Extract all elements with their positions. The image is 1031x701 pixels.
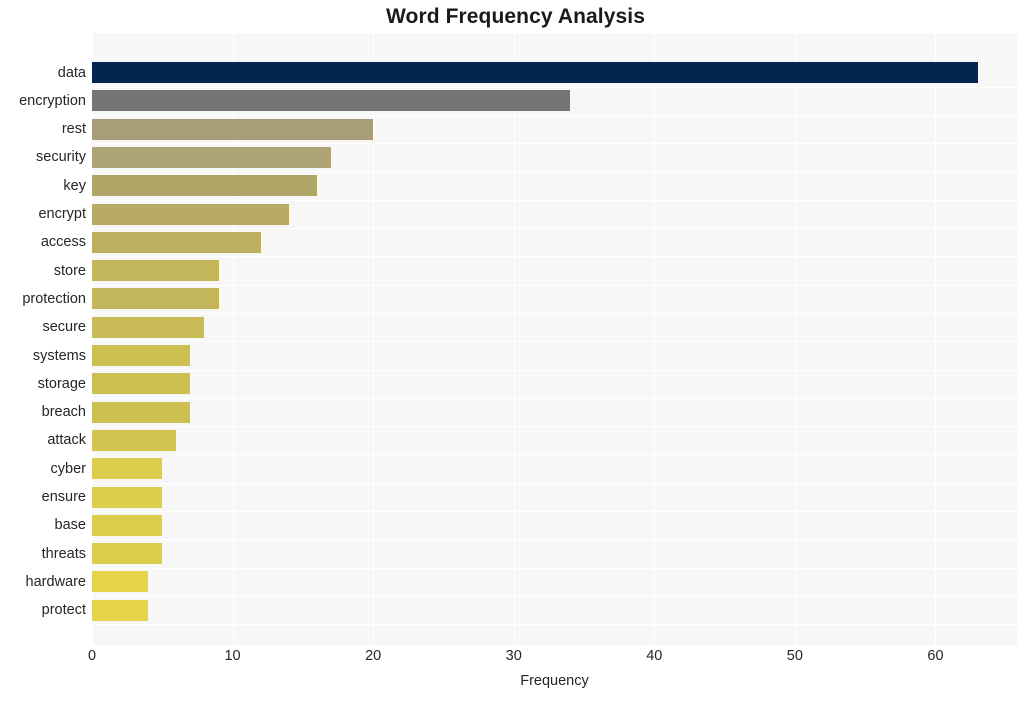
gridline-x-30 (513, 33, 515, 645)
gridline-y-8 (92, 313, 1017, 314)
gridline-y-4 (92, 200, 1017, 201)
x-axis-title: Frequency (520, 673, 589, 689)
y-tick-label-data: data (57, 64, 86, 81)
gridline-x-20 (373, 33, 375, 645)
bar-data[interactable] (92, 62, 978, 83)
bar-protect[interactable] (92, 599, 149, 621)
y-tick-label-systems: systems (32, 347, 86, 364)
bar-secure[interactable] (92, 316, 205, 338)
plot-area (92, 33, 1017, 645)
bar-ensure[interactable] (92, 486, 163, 508)
bar-systems[interactable] (92, 345, 191, 366)
gridline-y-12 (92, 426, 1017, 427)
gridline-y-10 (92, 370, 1017, 371)
y-tick-label-attack: attack (47, 432, 86, 449)
gridline-x-60 (935, 33, 937, 645)
x-tick-label-50: 50 (786, 648, 803, 664)
x-tick-label-0: 0 (87, 648, 97, 664)
y-tick-label-secure: secure (42, 319, 86, 336)
gridline-x-50 (794, 33, 796, 645)
gridline-y-5 (92, 228, 1017, 229)
y-tick-label-breach: breach (41, 404, 86, 421)
gridline-y-19 (92, 624, 1017, 625)
bar-encryption[interactable] (92, 90, 570, 112)
y-tick-label-base: base (54, 517, 86, 534)
y-tick-label-ensure: ensure (41, 489, 86, 505)
bar-encrypt[interactable] (92, 203, 289, 225)
bar-rest[interactable] (92, 118, 374, 140)
bar-security[interactable] (92, 146, 331, 168)
bar-threats[interactable] (92, 543, 163, 565)
y-axis-tick-labels: data encryption rest security key encrypt acce… (0, 33, 86, 645)
chart-figure: Word Frequency Analysis data encryption re… (0, 0, 1031, 701)
bar-hardware[interactable] (92, 571, 149, 593)
gridline-y-0 (92, 87, 1017, 88)
y-tick-label-key: key (63, 177, 86, 194)
x-tick-label-60: 60 (927, 648, 944, 664)
gridline-y-15 (92, 511, 1017, 512)
gridline-y-18 (92, 596, 1017, 597)
x-tick-label-30: 30 (505, 648, 522, 664)
y-tick-label-protection: protection (22, 290, 86, 307)
y-tick-label-threats: threats (41, 545, 86, 562)
y-tick-label-store: store (53, 262, 86, 279)
x-tick-label-20: 20 (365, 648, 382, 664)
gridline-y-17 (92, 568, 1017, 569)
gridline-y-13 (92, 454, 1017, 455)
bar-storage[interactable] (92, 373, 191, 395)
y-tick-label-protect: protect (41, 602, 86, 619)
x-tick-label-40: 40 (646, 648, 663, 664)
bar-attack[interactable] (92, 429, 177, 451)
bar-protection[interactable] (92, 288, 219, 310)
bar-access[interactable] (92, 231, 261, 253)
bar-base[interactable] (92, 514, 163, 536)
gridline-y-14 (92, 483, 1017, 484)
gridline-y-7 (92, 285, 1017, 286)
y-tick-label-encryption: encryption (19, 92, 86, 109)
y-tick-label-security: security (36, 149, 86, 166)
y-tick-label-rest: rest (61, 121, 86, 138)
bar-store[interactable] (92, 260, 219, 282)
gridline-y-6 (92, 256, 1017, 257)
gridline-y-2 (92, 143, 1017, 144)
chart-title: Word Frequency Analysis (385, 5, 646, 28)
gridline-y-11 (92, 398, 1017, 399)
y-tick-label-hardware: hardware (25, 573, 86, 590)
y-tick-label-cyber: cyber (50, 460, 86, 477)
y-tick-label-encrypt: encrypt (38, 206, 86, 222)
gridline-y-1 (92, 115, 1017, 116)
gridline-y-3 (92, 171, 1017, 172)
gridline-y-9 (92, 341, 1017, 342)
gridline-x-40 (654, 33, 656, 645)
bar-cyber[interactable] (92, 458, 163, 480)
x-axis-tick-labels: 0 10 20 30 40 50 60 (0, 648, 1031, 672)
gridline-y-16 (92, 539, 1017, 540)
bar-breach[interactable] (92, 401, 191, 423)
bar-key[interactable] (92, 175, 317, 197)
y-tick-label-access: access (40, 234, 86, 251)
y-tick-label-storage: storage (37, 375, 86, 392)
x-tick-label-10: 10 (224, 648, 241, 664)
